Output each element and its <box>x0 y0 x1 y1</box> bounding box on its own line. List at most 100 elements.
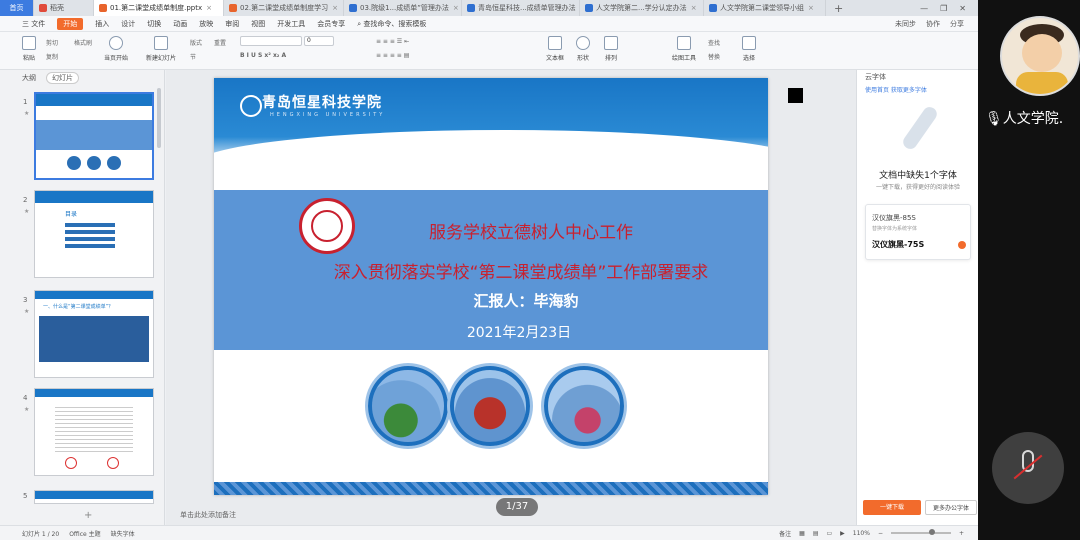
file-menu[interactable]: 三 文件 <box>22 19 45 29</box>
slide-thumbnail-5[interactable] <box>34 490 154 504</box>
pane-link[interactable]: 使用首页 获取更多字体 <box>865 85 927 94</box>
thumb-photo <box>87 156 101 170</box>
slide-thumbnail-panel: 大纲 幻灯片 1 ★ 2 ★ 目录 3 ★ 一、什么是“第二课堂成绩单”？ 4 … <box>0 70 165 525</box>
menu-developer[interactable]: 开发工具 <box>277 19 305 29</box>
reset-button[interactable]: 重置 <box>214 38 226 47</box>
menu-insert[interactable]: 插入 <box>95 19 109 29</box>
close-tab-icon[interactable]: × <box>332 4 338 12</box>
share-button[interactable]: 分享 <box>950 19 964 29</box>
menu-animation[interactable]: 动画 <box>173 19 187 29</box>
slide-count: 幻灯片 1 / 20 <box>22 530 60 538</box>
tab-outline[interactable]: 大纲 <box>22 73 36 83</box>
font-name-select[interactable] <box>240 36 302 46</box>
drawing-tools-button[interactable]: 绘图工具 <box>672 36 696 62</box>
thumbnail-scrollbar[interactable] <box>157 88 161 148</box>
menu-member[interactable]: 会员专享 <box>317 19 345 29</box>
textbox-button[interactable]: 文本框 <box>546 36 564 62</box>
tab-document[interactable]: 人文学院第二课堂领导小组 × <box>704 0 826 16</box>
arrange-button[interactable]: 排列 <box>604 36 618 62</box>
command-search[interactable]: ⌕ 查找命令、搜索模板 <box>357 19 426 29</box>
paragraph-tools[interactable]: ≡ ≡ ≡ ☰ ⇤ <box>376 38 409 45</box>
tab-document[interactable]: 03.院级1...成绩单”管理办法 × <box>344 0 462 16</box>
close-window-icon[interactable]: ✕ <box>959 4 966 13</box>
notes-placeholder[interactable]: 单击此处添加备注 <box>180 510 236 520</box>
font-size-select[interactable]: 0 <box>304 36 334 46</box>
zoom-in-icon[interactable]: + <box>959 530 964 537</box>
copy-button[interactable]: 复制 <box>46 52 58 61</box>
align-tools[interactable]: ≡ ≡ ≡ ≡ ▤ <box>376 52 409 59</box>
play-slideshow-icon[interactable]: ▶ <box>840 530 845 537</box>
slide-date[interactable]: 2021年2月23日 <box>214 322 768 342</box>
menu-review[interactable]: 审阅 <box>225 19 239 29</box>
campus-photo-1 <box>368 366 448 446</box>
zoom-level[interactable]: 110% <box>853 530 870 537</box>
slide-footer-pattern <box>214 482 768 495</box>
slide-title-line1[interactable]: 服务学校立德树人中心工作 <box>214 218 768 243</box>
menu-slideshow[interactable]: 放映 <box>199 19 213 29</box>
font-replace-hint[interactable]: 替换字体为系统字体 <box>872 225 917 232</box>
download-all-button[interactable]: 一键下载 <box>863 500 921 515</box>
sync-status[interactable]: 未同步 <box>895 19 916 29</box>
close-tab-icon[interactable]: × <box>453 4 459 12</box>
slide-thumbnail-1[interactable] <box>34 92 154 180</box>
cut-button[interactable]: 剪切 <box>46 38 58 47</box>
ribbon-label: 文本框 <box>546 55 565 62</box>
format-painter-button[interactable]: 格式刷 <box>74 38 92 47</box>
layout-button[interactable]: 版式 <box>190 38 202 47</box>
drawing-tools-icon <box>677 36 691 50</box>
new-slide-button[interactable]: 新建幻灯片 <box>146 36 176 62</box>
ppt-icon <box>99 4 107 12</box>
slide-thumbnail-4[interactable] <box>34 388 154 476</box>
minimize-icon[interactable]: — <box>920 4 928 13</box>
slide-title-line2[interactable]: 深入贯彻落实学校“第二课堂成绩单”工作部署要求 <box>214 258 768 283</box>
find-button[interactable]: 查找 <box>708 38 720 47</box>
tab-document[interactable]: 青岛恒星科技...成绩单管理办法× <box>462 0 580 16</box>
current-slide[interactable]: 青岛恒星科技学院 HENGXING UNIVERSITY 服务学校立德树人中心工… <box>214 78 768 495</box>
slide-thumbnail-3[interactable]: 一、什么是“第二课堂成绩单”？ <box>34 290 154 378</box>
menu-view[interactable]: 视图 <box>251 19 265 29</box>
slide-presenter[interactable]: 汇报人：毕海豹 <box>214 290 768 311</box>
more-fonts-button[interactable]: 更多办公字体 <box>925 500 977 515</box>
menu-right-actions: 未同步 协作 分享 <box>895 19 978 29</box>
shape-button[interactable]: 形状 <box>576 36 590 62</box>
new-tab-button[interactable]: + <box>826 2 851 15</box>
tab-document[interactable]: 02.第二课堂成绩单制度学习 × <box>224 0 344 16</box>
campus-photo-2 <box>450 366 530 446</box>
close-tab-icon[interactable]: × <box>808 4 814 12</box>
missing-font-status[interactable]: 缺失字体 <box>111 529 135 538</box>
doc-icon <box>585 4 593 12</box>
close-tab-icon[interactable]: × <box>691 4 697 12</box>
select-button[interactable]: 选择 <box>742 36 756 62</box>
download-font-icon[interactable] <box>958 241 966 249</box>
menu-design[interactable]: 设计 <box>121 19 135 29</box>
menu-start[interactable]: 开始 <box>57 17 84 30</box>
tab-slides[interactable]: 幻灯片 <box>46 72 79 84</box>
cloud-font-pane: 云字体 使用首页 获取更多字体 文档中缺失1个字体 一键下载，获得更好的阅读体验… <box>856 70 978 525</box>
slide-thumbnail-2[interactable]: 目录 <box>34 190 154 278</box>
close-tab-icon[interactable]: × <box>206 4 212 12</box>
notes-toggle[interactable]: 备注 <box>779 529 791 538</box>
tab-home[interactable]: 首页 <box>0 0 34 16</box>
slide-editing-canvas: 青岛恒星科技学院 HENGXING UNIVERSITY 服务学校立德树人中心工… <box>166 70 856 525</box>
tab-document-active[interactable]: 01.第二课堂成绩单制度.pptx × <box>94 0 224 16</box>
maximize-icon[interactable]: ❐ <box>940 4 947 13</box>
paste-button[interactable]: 粘贴 <box>22 36 36 62</box>
thumb-header <box>35 491 153 499</box>
zoom-slider[interactable] <box>890 529 951 535</box>
tab-docer[interactable]: 稻壳 <box>34 0 94 16</box>
add-slide-icon[interactable]: + <box>84 510 92 521</box>
thumb-photo <box>67 156 81 170</box>
replace-button[interactable]: 替换 <box>708 52 720 61</box>
ribbon-label: 形状 <box>576 55 589 62</box>
reading-view-icon[interactable]: ▭ <box>826 530 832 537</box>
start-from-current-button[interactable]: 当页开始 <box>104 36 128 62</box>
bold-icon[interactable]: B I U S x² x₂ A <box>240 52 286 59</box>
zoom-out-icon[interactable]: − <box>878 530 883 537</box>
mute-button[interactable] <box>992 432 1064 504</box>
section-button[interactable]: 节 <box>190 52 196 61</box>
collab-button[interactable]: 协作 <box>926 19 940 29</box>
sorter-view-icon[interactable]: ▤ <box>813 530 819 537</box>
tab-document[interactable]: 人文学院第二...学分认定办法 × <box>580 0 704 16</box>
menu-transition[interactable]: 切换 <box>147 19 161 29</box>
normal-view-icon[interactable]: ▦ <box>799 530 805 537</box>
